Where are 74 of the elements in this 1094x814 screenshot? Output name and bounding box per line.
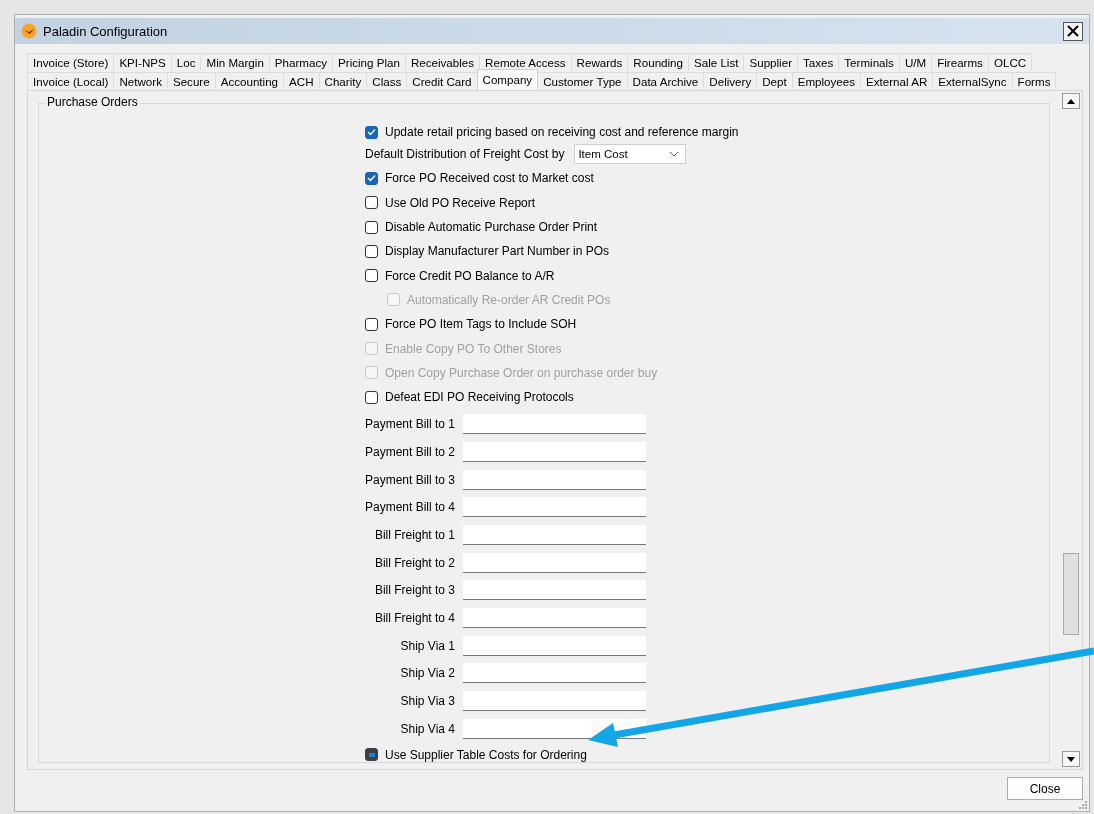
input-field[interactable] (463, 691, 646, 712)
freight-dropdown[interactable]: Item Cost (574, 144, 687, 165)
tab[interactable]: Customer Type (537, 72, 628, 90)
tab[interactable]: Pharmacy (268, 53, 334, 71)
scroll-up-icon[interactable] (1062, 93, 1080, 109)
app-logo-icon (21, 23, 37, 39)
scroll-down-icon[interactable] (1062, 751, 1080, 767)
tab[interactable]: Rounding (627, 53, 689, 71)
field-label: Payment Bill to 3 (365, 472, 455, 487)
checkbox[interactable] (365, 748, 378, 762)
tab[interactable]: Min Margin (200, 53, 270, 71)
checkbox-label: Open Copy Purchase Order on purchase order buy (385, 365, 658, 380)
input-field[interactable] (463, 441, 646, 462)
tab[interactable]: Pricing Plan (332, 53, 406, 71)
field-label: Ship Via 1 (399, 638, 455, 653)
input-field[interactable] (463, 580, 646, 601)
field-label: Ship Via 2 (399, 666, 455, 681)
checkbox[interactable] (365, 317, 378, 331)
input-field[interactable] (463, 663, 646, 684)
checkbox[interactable] (365, 196, 378, 210)
field-label: Bill Freight to 4 (373, 611, 455, 626)
dropdown-label: Default Distribution of Freight Cost by (365, 147, 565, 162)
checkbox-label: Use Supplier Table Costs for Ordering (385, 747, 587, 762)
checkbox-label: Force Credit PO Balance to A/R (385, 268, 555, 283)
tab[interactable]: Supplier (743, 53, 798, 71)
scroll-thumb[interactable] (1063, 553, 1079, 635)
input-field[interactable] (463, 552, 646, 573)
field-label: Bill Freight to 3 (373, 583, 455, 598)
field-label: Ship Via 4 (399, 721, 455, 736)
input-field[interactable] (463, 608, 646, 629)
resize-grip-icon (1079, 801, 1087, 809)
input-field[interactable] (463, 469, 646, 490)
input-field[interactable] (463, 497, 646, 518)
checkbox-label: Use Old PO Receive Report (385, 195, 536, 210)
group-title: Purchase Orders (45, 95, 140, 109)
checkbox-label: Disable Automatic Purchase Order Print (385, 220, 598, 235)
checkbox-label: Automatically Re-order AR Credit POs (407, 292, 611, 307)
field-label: Payment Bill to 4 (365, 500, 455, 515)
tab[interactable]: Invoice (Local) (27, 72, 115, 90)
checkbox-label: Force PO Received cost to Market cost (385, 171, 594, 186)
tab[interactable]: OLCC (987, 53, 1033, 71)
field-label: Bill Freight to 1 (373, 528, 455, 542)
input-field[interactable] (463, 414, 646, 435)
window-title: Paladin Configuration (43, 23, 168, 39)
field-label: Ship Via 3 (399, 694, 455, 709)
field-label: Payment Bill to 1 (365, 417, 455, 432)
chevron-icon (669, 151, 680, 158)
checkbox[interactable] (365, 171, 378, 185)
field-label: Payment Bill to 2 (365, 444, 455, 459)
checkbox-label: Enable Copy PO To Other Stores (385, 341, 562, 356)
input-field[interactable] (463, 525, 646, 545)
checkbox-label: Display Manufacturer Part Number in POs (385, 244, 610, 259)
input-field[interactable] (463, 635, 646, 656)
tab[interactable]: Employees (791, 72, 862, 90)
scrollbar[interactable] (1062, 91, 1082, 769)
tab[interactable]: Company (476, 69, 539, 90)
tab[interactable]: Delivery (703, 72, 758, 90)
checkbox[interactable] (365, 220, 378, 234)
tab[interactable]: ExternalSync (932, 72, 1013, 90)
close-button[interactable]: Close (1007, 777, 1083, 800)
checkbox[interactable] (365, 390, 378, 404)
field-label: Bill Freight to 2 (373, 555, 455, 570)
tab[interactable]: Charity (318, 72, 368, 90)
checkbox[interactable] (365, 269, 378, 283)
checkbox[interactable] (365, 125, 378, 139)
checkbox-label: Defeat EDI PO Receiving Protocols (385, 390, 574, 405)
checkbox-label: Update retail pricing based on receiving cost and reference margin (385, 125, 739, 140)
tab[interactable]: Invoice (Store) (27, 53, 115, 71)
tab[interactable]: Forms (1011, 72, 1057, 90)
close-icon[interactable] (1063, 21, 1083, 41)
tab[interactable]: Dept (756, 72, 793, 90)
checkbox[interactable] (365, 244, 378, 258)
checkbox-label: Force PO Item Tags to Include SOH (385, 317, 577, 332)
tab[interactable]: Accounting (214, 72, 285, 90)
